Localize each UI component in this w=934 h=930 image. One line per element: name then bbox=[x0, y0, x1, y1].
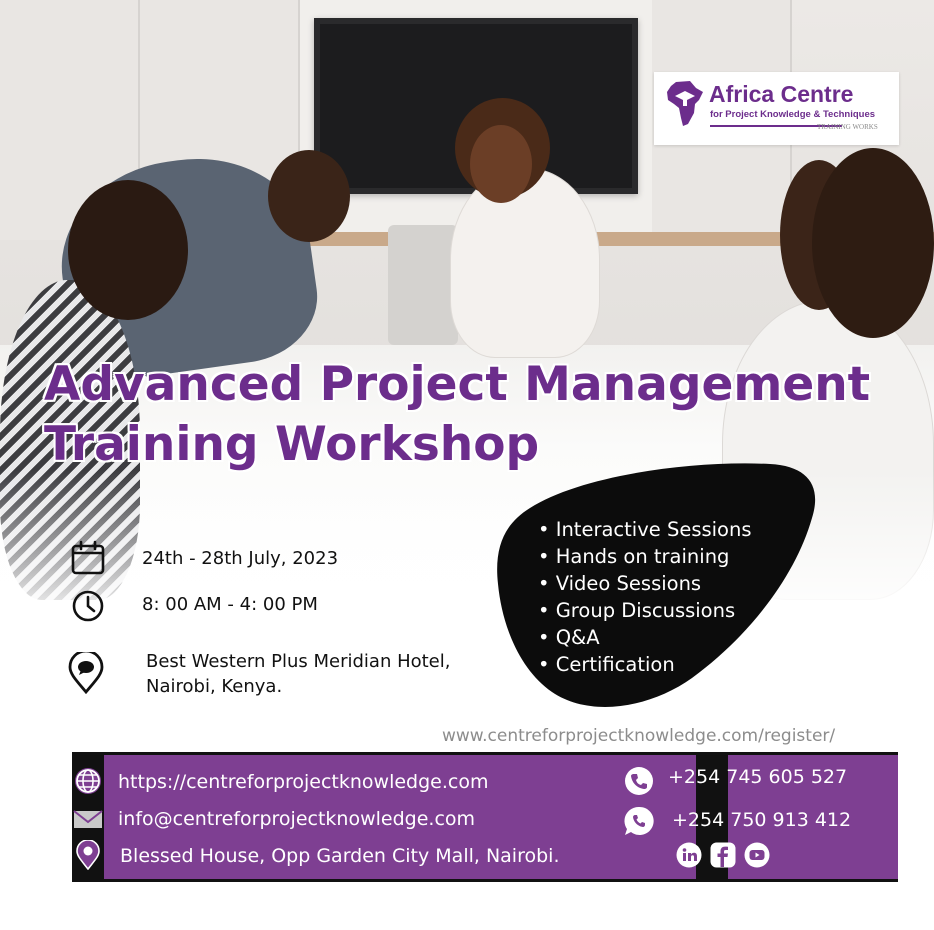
event-date: 24th - 28th July, 2023 bbox=[142, 548, 339, 569]
feature-item: • Hands on training bbox=[538, 545, 730, 568]
map-pin-icon bbox=[76, 840, 100, 870]
globe-icon bbox=[75, 768, 101, 794]
venue-line-2: Nairobi, Kenya. bbox=[146, 676, 283, 697]
person-head bbox=[268, 150, 350, 242]
footer-website[interactable]: https://centreforprojectknowledge.com bbox=[118, 770, 489, 794]
whatsapp-icon bbox=[624, 806, 654, 835]
africa-centre-logo: Africa Centre for Project Knowledge & Te… bbox=[654, 72, 899, 145]
feature-item: • Video Sessions bbox=[538, 572, 702, 595]
title-line-1: Advanced Project Management bbox=[44, 357, 871, 412]
linkedin-icon[interactable] bbox=[676, 842, 702, 868]
person-white-shirt bbox=[450, 168, 600, 358]
features-list: • Interactive Sessions • Hands on traini… bbox=[538, 516, 752, 678]
event-time: 8: 00 AM - 4: 00 PM bbox=[142, 594, 318, 615]
chair bbox=[388, 225, 458, 345]
footer-whatsapp[interactable]: +254 750 913 412 bbox=[672, 808, 851, 832]
register-link[interactable]: www.centreforprojectknowledge.com/regist… bbox=[442, 726, 835, 746]
feature-item: • Group Discussions bbox=[538, 599, 736, 622]
person-face bbox=[470, 125, 532, 203]
logo-title: Africa Centre bbox=[709, 81, 854, 107]
footer-email[interactable]: info@centreforprojectknowledge.com bbox=[118, 807, 475, 831]
person-head bbox=[68, 180, 188, 320]
location-pin-icon bbox=[68, 652, 104, 694]
footer-address: Blessed House, Opp Garden City Mall, Nai… bbox=[120, 845, 560, 867]
contact-footer: https://centreforprojectknowledge.com in… bbox=[72, 752, 898, 882]
logo-tagline: TRAINING WORKS bbox=[817, 123, 878, 131]
feature-item: • Certification bbox=[538, 653, 675, 676]
footer-phone[interactable]: +254 745 605 527 bbox=[668, 765, 847, 789]
africa-map-icon bbox=[667, 81, 703, 126]
youtube-icon[interactable] bbox=[744, 842, 770, 868]
facebook-icon[interactable] bbox=[710, 842, 736, 868]
person-head bbox=[812, 148, 934, 338]
phone-icon bbox=[625, 767, 653, 795]
feature-item: • Interactive Sessions bbox=[538, 518, 752, 541]
calendar-icon bbox=[71, 540, 105, 575]
clock-icon bbox=[72, 590, 104, 622]
venue-line-1: Best Western Plus Meridian Hotel, bbox=[146, 651, 451, 672]
feature-item: • Q&A bbox=[538, 626, 600, 649]
logo-subtitle: for Project Knowledge & Techniques bbox=[710, 109, 876, 120]
mail-icon bbox=[73, 810, 103, 828]
